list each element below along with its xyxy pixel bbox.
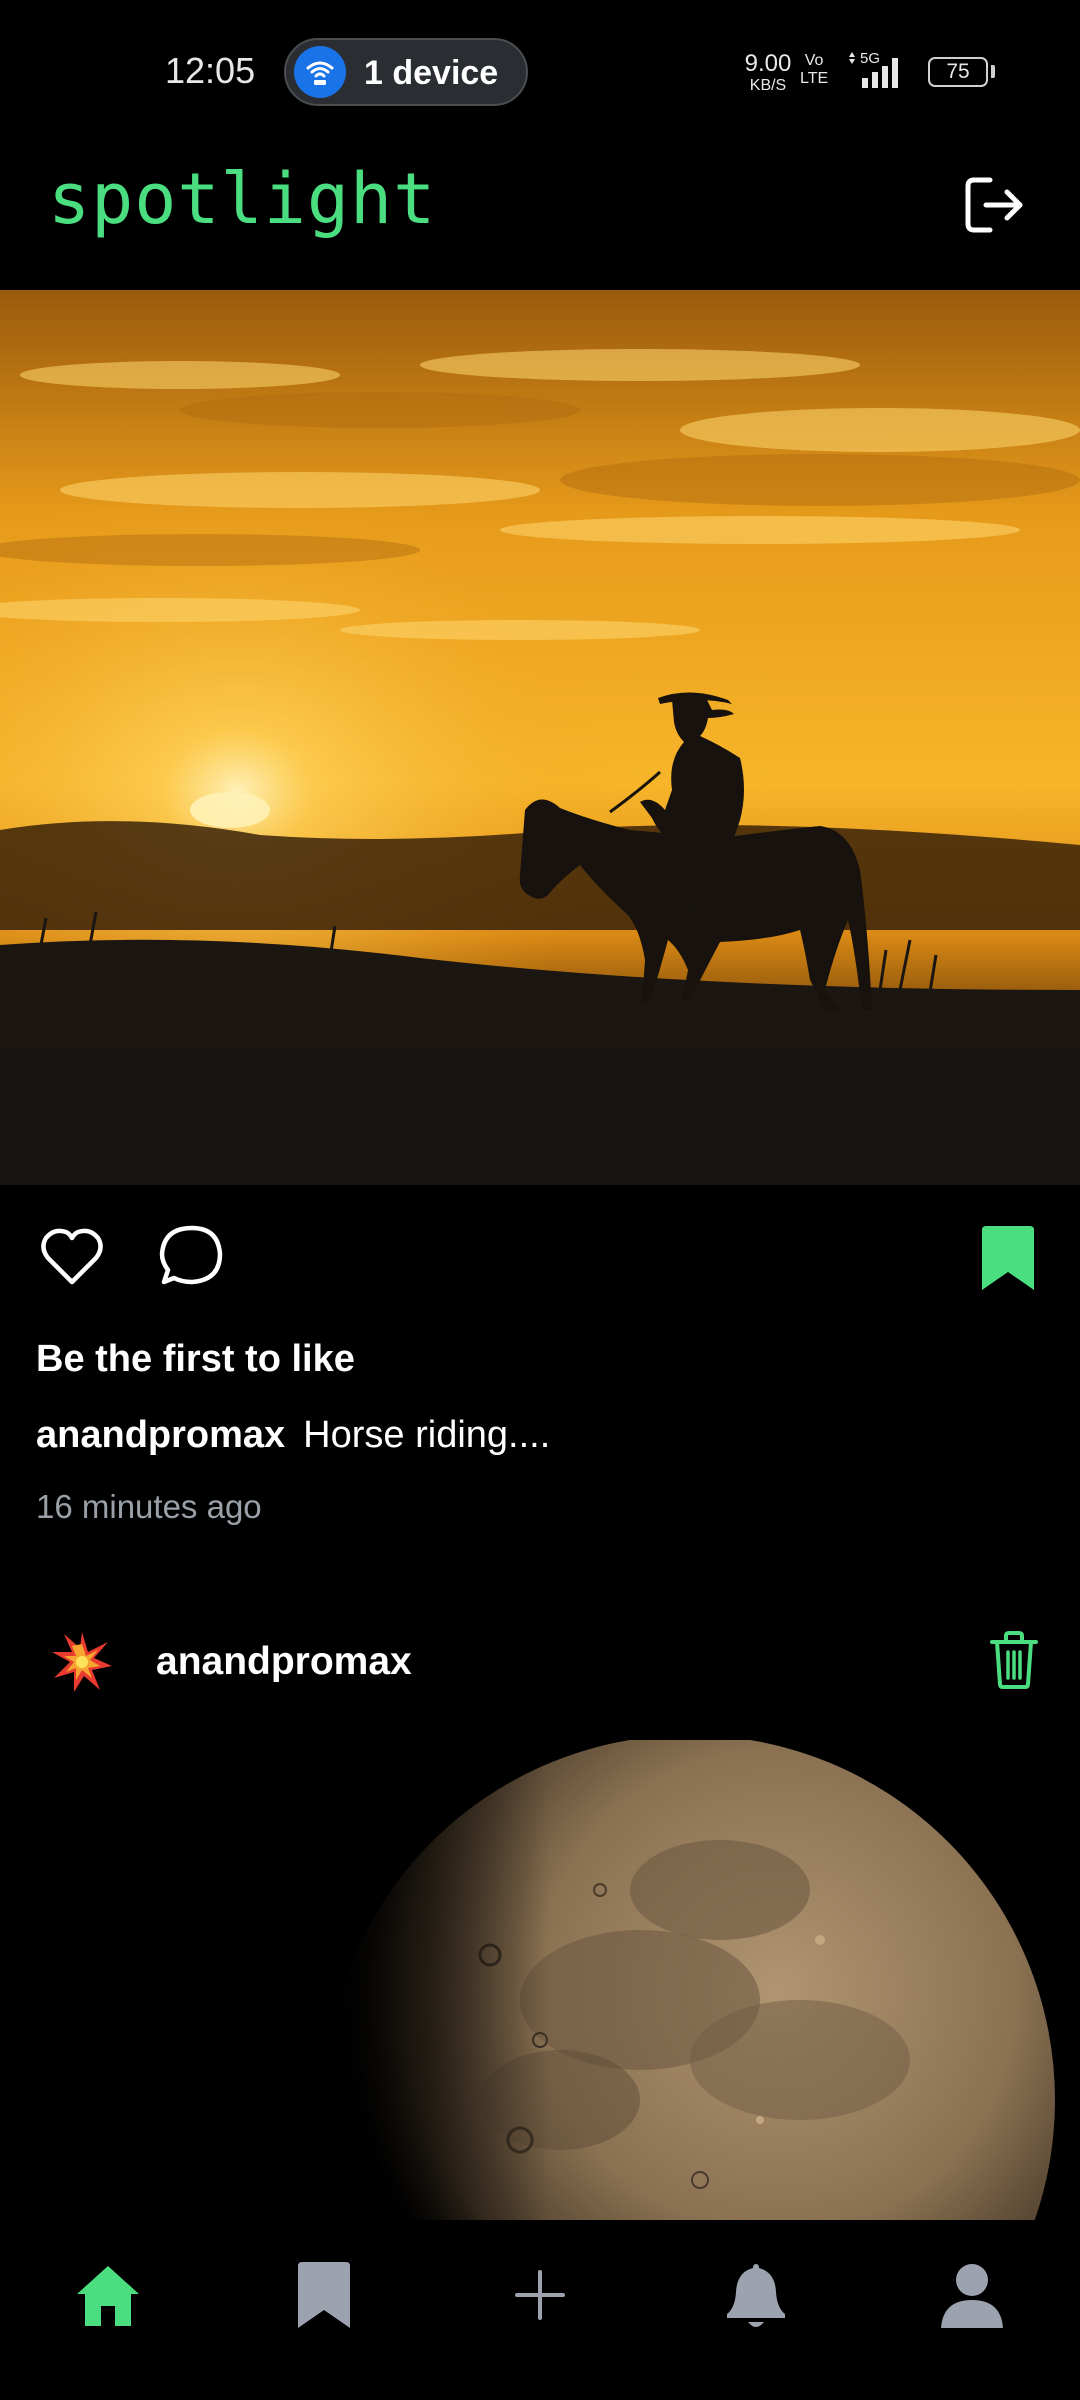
sunset-cowboy-photo: [0, 290, 1080, 1185]
heart-icon: [41, 1228, 103, 1285]
comment-button[interactable]: [158, 1222, 226, 1290]
home-icon: [77, 2266, 139, 2326]
bell-icon: [727, 2264, 785, 2327]
signal-icon: 5G: [848, 50, 914, 95]
bookmark-icon: [982, 1226, 1034, 1290]
app-header: spotlight: [0, 140, 1080, 290]
network-type-label: 5G: [860, 50, 880, 67]
like-button[interactable]: [38, 1222, 106, 1290]
post-image[interactable]: [0, 290, 1080, 1185]
nav-bookmarks[interactable]: [284, 2260, 364, 2340]
post-caption: anandpromax Horse riding....: [36, 1414, 550, 1457]
logout-icon: [965, 177, 1023, 233]
hotspot-indicator[interactable]: 1 device: [284, 38, 528, 106]
wifi-hotspot-icon: [294, 46, 346, 98]
volte-line1: Vo: [804, 52, 824, 69]
post-username[interactable]: anandpromax: [156, 1640, 412, 1684]
caption-username[interactable]: anandpromax: [36, 1414, 285, 1456]
post-image-moon[interactable]: [0, 1740, 1080, 2220]
likes-text: Be the first to like: [36, 1338, 355, 1380]
caption-text: Horse riding....: [303, 1414, 551, 1456]
status-time: 12:05: [165, 50, 256, 91]
status-bar: 12:05 1 device 9.00 KB/S Vo LTE 5G 75: [0, 0, 1080, 140]
hotspot-label: 1 device: [364, 54, 499, 92]
network-speed-unit: KB/S: [749, 77, 787, 94]
battery-icon: 75: [928, 57, 988, 87]
post-timestamp: 16 minutes ago: [36, 1488, 262, 1525]
logout-button[interactable]: [960, 170, 1030, 240]
delete-button[interactable]: [988, 1630, 1040, 1690]
network-speed: 9.00 KB/S: [740, 52, 796, 94]
app-title: spotlight: [48, 158, 437, 240]
battery-tip: [991, 65, 995, 78]
nav-home[interactable]: [68, 2260, 148, 2340]
profile-icon: [941, 2264, 1003, 2328]
bottom-nav: [0, 2220, 1080, 2400]
comment-icon: [159, 1225, 223, 1285]
plus-icon: [515, 2270, 565, 2320]
moon-photo: [325, 1740, 1055, 2220]
nav-profile[interactable]: [932, 2260, 1012, 2340]
volte-indicator: Vo LTE: [800, 52, 828, 88]
network-speed-value: 9.00: [744, 50, 792, 77]
volte-line2: LTE: [800, 70, 829, 87]
bookmark-icon: [298, 2262, 350, 2328]
avatar[interactable]: [46, 1626, 118, 1698]
nav-notifications[interactable]: [716, 2260, 796, 2340]
bookmark-button[interactable]: [978, 1222, 1038, 1294]
trash-icon: [990, 1631, 1038, 1689]
nav-create[interactable]: [500, 2260, 580, 2340]
